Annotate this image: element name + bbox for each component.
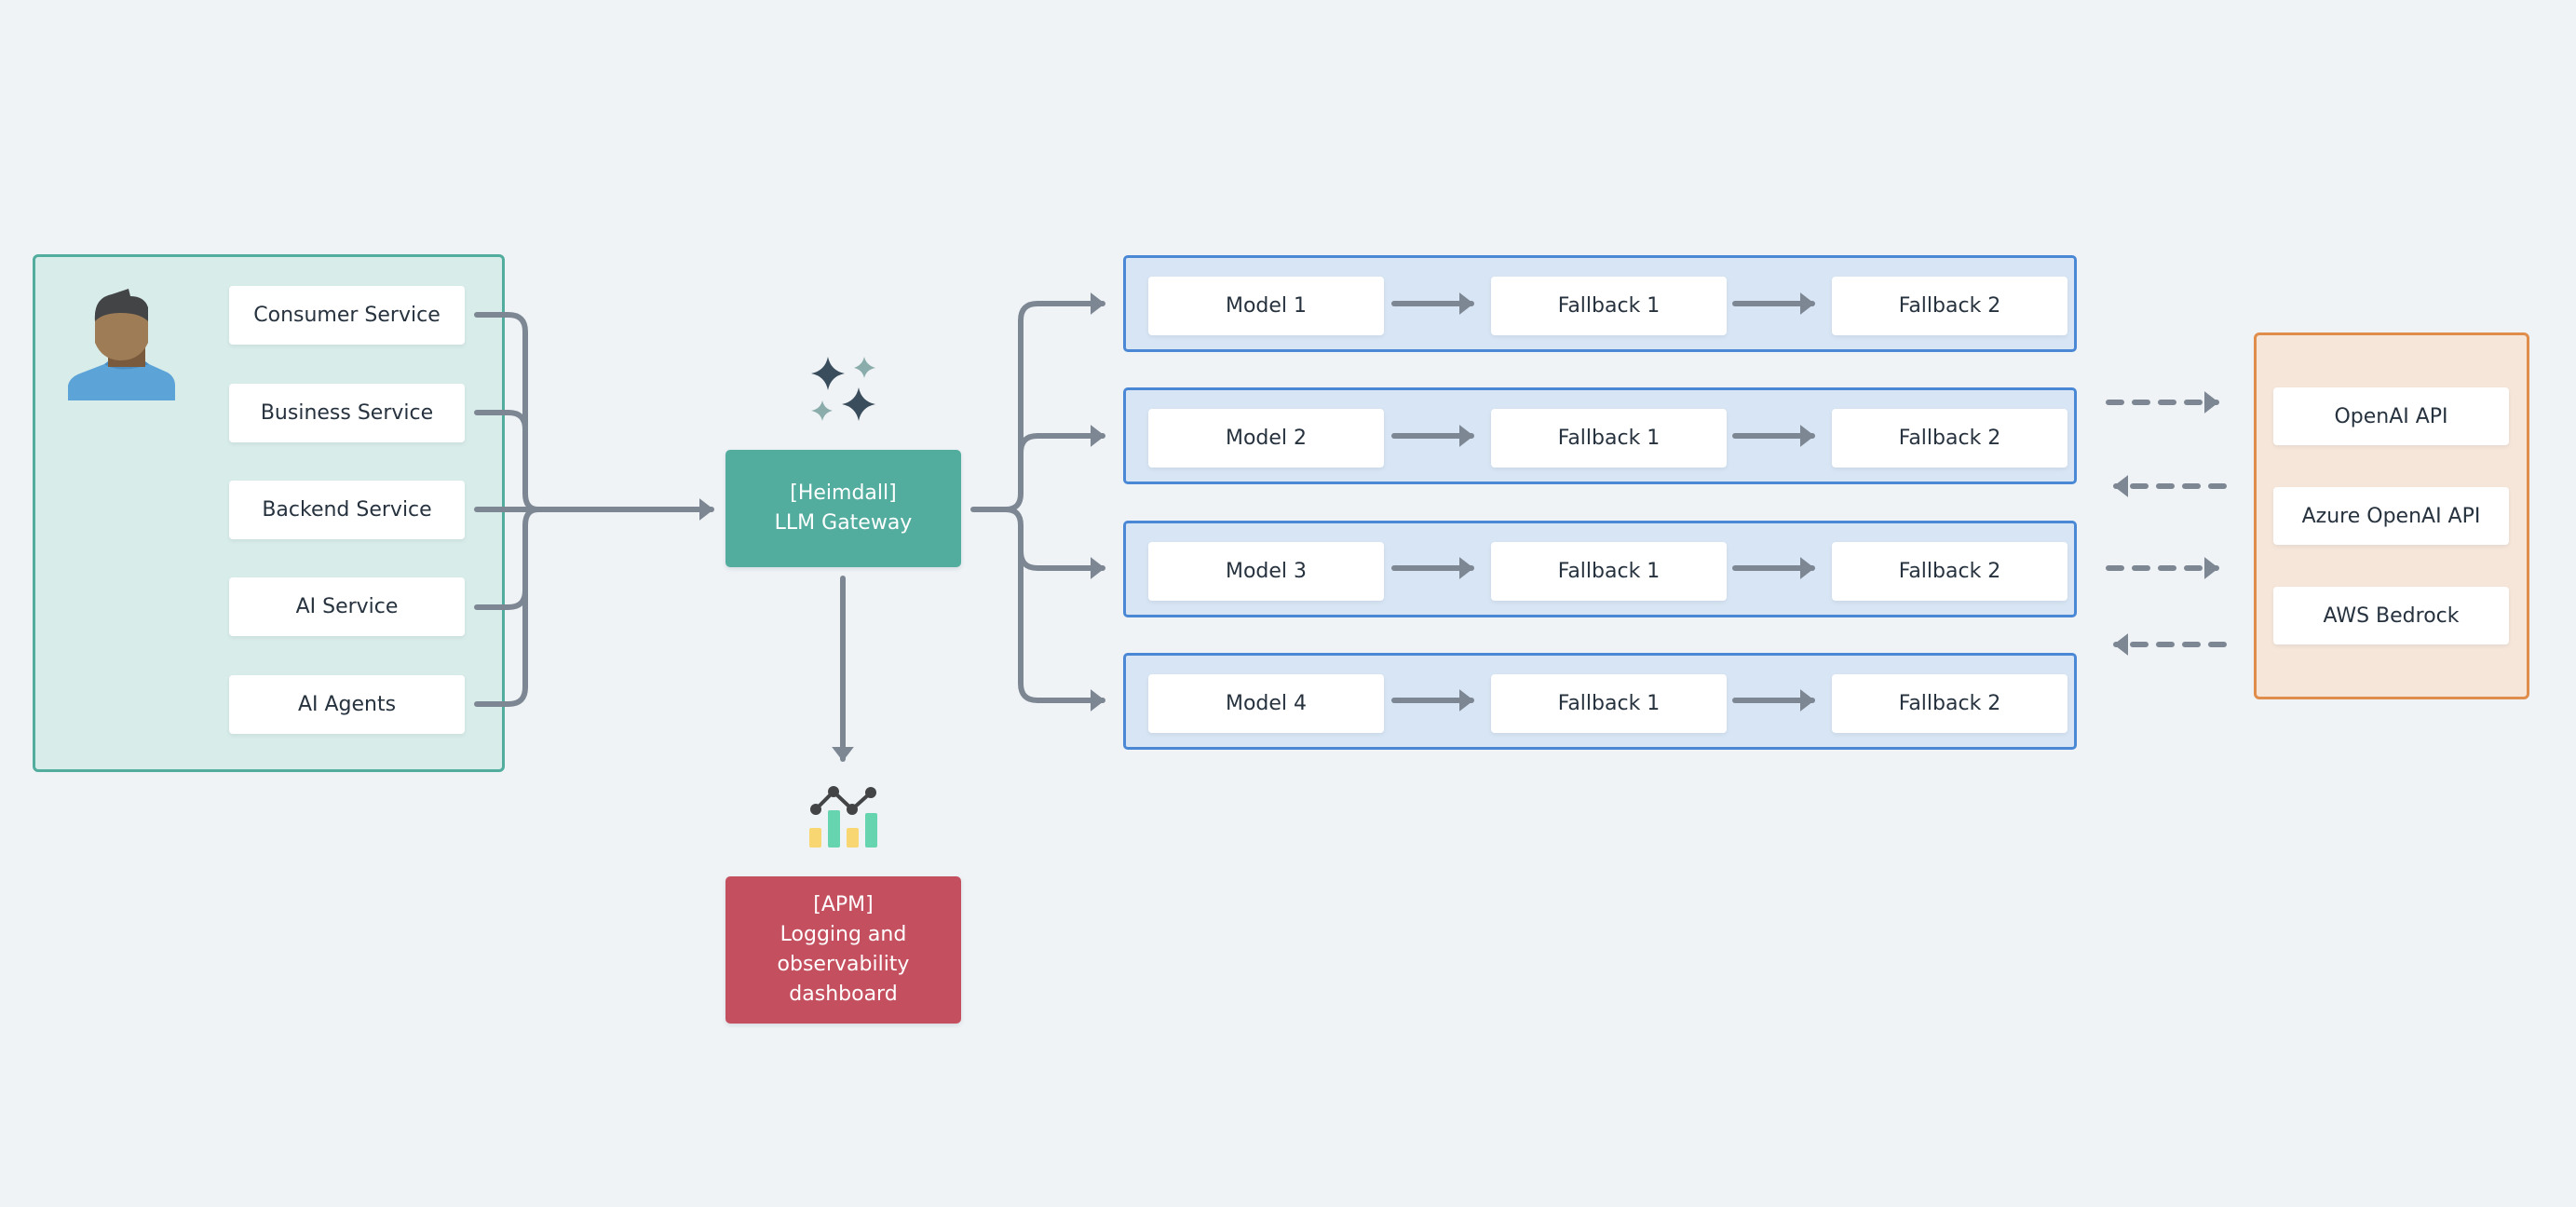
apm-title: [APM]: [813, 893, 874, 916]
openai-api-box[interactable]: OpenAI API: [2273, 387, 2509, 445]
fallback-1-box[interactable]: Fallback 1: [1491, 542, 1727, 601]
fallback-label: Fallback 2: [1898, 427, 2001, 450]
model-box[interactable]: Model 2: [1148, 409, 1384, 468]
backend-service-box[interactable]: Backend Service: [229, 481, 465, 539]
fallback-label: Fallback 2: [1898, 294, 2001, 318]
connector-gateway-out: [970, 292, 1105, 512]
connector-model-3: [1003, 507, 1105, 579]
fallback-1-box[interactable]: Fallback 1: [1491, 409, 1727, 468]
fallback-2-box[interactable]: Fallback 2: [1832, 542, 2068, 601]
model-label: Model 1: [1225, 294, 1308, 318]
connector-model-2: [1018, 425, 1105, 455]
fallback-label: Fallback 1: [1557, 560, 1661, 583]
fallback-label: Fallback 1: [1557, 427, 1661, 450]
model-box[interactable]: Model 3: [1148, 542, 1384, 601]
model-label: Model 4: [1225, 692, 1308, 715]
service-label: AI Agents: [297, 693, 397, 716]
provider-label: Azure OpenAI API: [2301, 504, 2481, 528]
model-label: Model 2: [1225, 427, 1308, 450]
fallback-label: Fallback 1: [1557, 692, 1661, 715]
analytics-chart-icon: [809, 786, 877, 848]
connector-model-4: [1018, 549, 1105, 712]
service-label: Business Service: [260, 401, 434, 425]
gateway-subtitle: LLM Gateway: [774, 511, 913, 535]
fallback-2-box[interactable]: Fallback 2: [1832, 674, 2068, 733]
provider-label: AWS Bedrock: [2323, 604, 2460, 628]
apm-dashboard-box[interactable]: [APM] Logging and observability dashboar…: [725, 876, 961, 1024]
fallback-label: Fallback 2: [1898, 560, 2001, 583]
sparkles-icon: [811, 357, 875, 421]
provider-label: OpenAI API: [2334, 404, 2448, 428]
fallback-label: Fallback 1: [1557, 294, 1661, 318]
model-row-4: Model 4 Fallback 1 Fallback 2: [1123, 653, 2077, 750]
gateway-title: [Heimdall]: [790, 481, 897, 505]
ai-agents-box[interactable]: AI Agents: [229, 675, 465, 734]
model-row-1: Model 1 Fallback 1 Fallback 2: [1123, 255, 2077, 352]
model-box[interactable]: Model 4: [1148, 674, 1384, 733]
apm-line: Logging and: [780, 923, 907, 946]
service-label: Backend Service: [262, 498, 432, 522]
model-row-3: Model 3 Fallback 1 Fallback 2: [1123, 521, 2077, 617]
model-row-2: Model 2 Fallback 1 Fallback 2: [1123, 387, 2077, 484]
ai-service-box[interactable]: AI Service: [229, 577, 465, 636]
aws-bedrock-box[interactable]: AWS Bedrock: [2273, 587, 2509, 644]
business-service-box[interactable]: Business Service: [229, 384, 465, 442]
consumer-service-box[interactable]: Consumer Service: [229, 286, 465, 345]
fallback-1-box[interactable]: Fallback 1: [1491, 674, 1727, 733]
fallback-2-box[interactable]: Fallback 2: [1832, 277, 2068, 335]
service-label: AI Service: [295, 595, 399, 618]
llm-gateway-box[interactable]: [Heimdall] LLM Gateway: [725, 450, 961, 567]
fallback-1-box[interactable]: Fallback 1: [1491, 277, 1727, 335]
model-box[interactable]: Model 1: [1148, 277, 1384, 335]
fallback-label: Fallback 2: [1898, 692, 2001, 715]
apm-line: observability: [777, 953, 910, 976]
service-label: Consumer Service: [253, 304, 441, 327]
azure-openai-api-box[interactable]: Azure OpenAI API: [2273, 487, 2509, 545]
apm-line: dashboard: [789, 983, 898, 1006]
model-label: Model 3: [1225, 560, 1308, 583]
fallback-2-box[interactable]: Fallback 2: [1832, 409, 2068, 468]
